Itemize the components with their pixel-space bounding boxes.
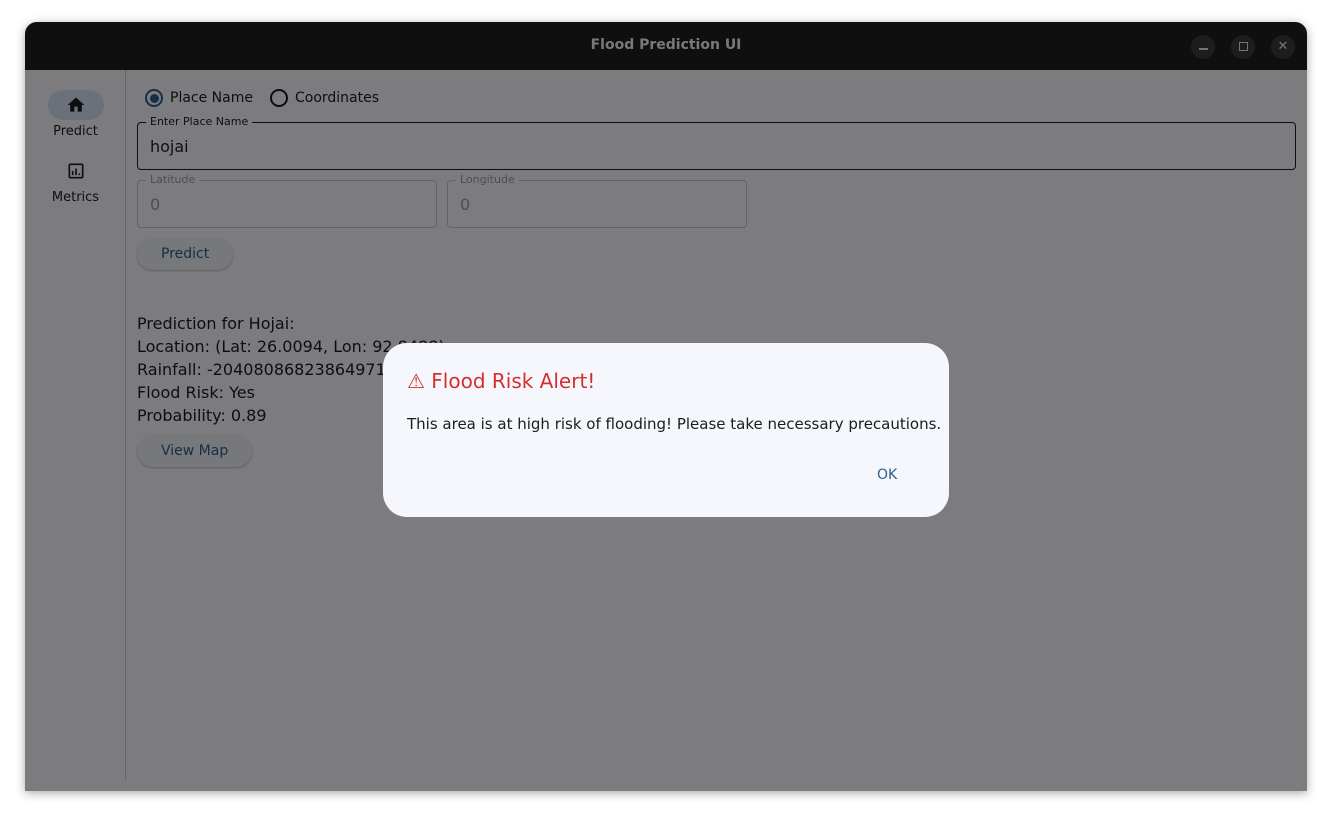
- dialog-title: ⚠ Flood Risk Alert!: [407, 369, 596, 393]
- app-window: Flood Prediction UI ✕ Predict Metrics: [25, 22, 1307, 791]
- flood-alert-dialog: ⚠ Flood Risk Alert! This area is at high…: [383, 343, 949, 517]
- ok-button[interactable]: OK: [877, 467, 897, 483]
- dialog-message: This area is at high risk of flooding! P…: [407, 415, 942, 433]
